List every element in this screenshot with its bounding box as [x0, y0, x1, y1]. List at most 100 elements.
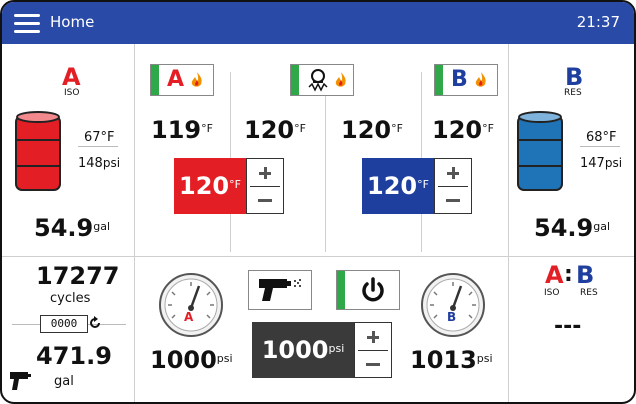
temp-reading-b: 120°F: [432, 116, 494, 144]
setpoint-value: 1000: [261, 336, 329, 364]
pressure-stepper[interactable]: [354, 322, 392, 378]
spray-gun-icon: [10, 372, 31, 390]
res-tag: RES: [564, 88, 582, 98]
total-gallons: 471.9: [36, 342, 112, 370]
a-pressure-reading: 1000psi: [150, 346, 233, 374]
temp-unit: °F: [294, 122, 306, 135]
heater-a-letter: A: [167, 67, 185, 92]
menu-icon[interactable]: [14, 14, 40, 33]
cycle-count: 17277: [36, 262, 120, 290]
res-letter: B: [565, 63, 584, 91]
temp-value: 120: [244, 116, 295, 144]
ratio-b-tag: RES: [580, 288, 598, 298]
divider: [78, 146, 118, 147]
a-gauge-label: A: [184, 310, 194, 324]
spray-gun-icon: [259, 279, 301, 301]
plus-icon: [447, 167, 459, 179]
increase-button[interactable]: [355, 325, 391, 349]
iso-pressure-unit: psi: [102, 156, 121, 170]
pressure-value: 1013: [410, 346, 477, 374]
temp-value: 120: [432, 116, 483, 144]
app-frame: Home 21:37 A ISO 67°F 148psi 54.9gal B R…: [0, 0, 636, 404]
ratio-value: ---: [554, 314, 582, 339]
setpoint-unit: psi: [328, 341, 345, 355]
status-indicator: [337, 271, 345, 309]
decrease-button[interactable]: [435, 188, 471, 212]
setpoint-unit: °F: [229, 177, 241, 191]
b-temp-setpoint[interactable]: 120 °F: [362, 158, 434, 214]
ratio-b-letter: B: [576, 261, 595, 289]
iso-volume: 54.9gal: [34, 214, 110, 242]
setpoint-value: 120: [179, 172, 230, 200]
ratio-a-letter: A: [545, 261, 564, 289]
iso-volume-value: 54.9: [34, 214, 94, 242]
clock: 21:37: [576, 13, 620, 31]
pressure-unit: psi: [216, 352, 233, 365]
temp-value: 120: [341, 116, 392, 144]
temp-reading-a: 119°F: [151, 116, 213, 144]
hose-heat-button[interactable]: [290, 64, 354, 96]
ratio-a-tag: ISO: [544, 288, 560, 298]
temp-unit: °F: [201, 122, 213, 135]
pressure-setpoint[interactable]: 1000 psi: [252, 322, 354, 378]
temp-unit: °F: [391, 122, 403, 135]
minus-icon: [366, 362, 380, 366]
a-temp-stepper[interactable]: [246, 158, 284, 214]
plus-icon: [367, 331, 379, 343]
iso-drum-icon: [15, 111, 61, 191]
heater-b-letter: B: [451, 67, 468, 92]
cycles-label: cycles: [50, 291, 91, 306]
ratio-colon: :: [564, 262, 573, 287]
status-indicator: [291, 65, 299, 95]
res-volume-unit: gal: [593, 220, 610, 233]
res-volume-value: 54.9: [534, 214, 594, 242]
res-temp: 68°F: [586, 130, 617, 145]
divider: [325, 72, 326, 252]
increase-button[interactable]: [247, 161, 283, 185]
b-gauge-label: B: [447, 310, 457, 324]
iso-pressure: 148psi: [78, 156, 120, 171]
power-button[interactable]: [336, 270, 400, 310]
decrease-button[interactable]: [247, 188, 283, 212]
status-indicator: [435, 65, 443, 95]
res-pressure-value: 147: [580, 156, 605, 171]
heater-b-button[interactable]: B: [434, 64, 498, 96]
b-pressure-gauge: [421, 273, 485, 337]
iso-letter: A: [62, 63, 81, 91]
a-pressure-gauge: [159, 273, 223, 337]
power-icon: [362, 277, 384, 302]
spray-gun-button[interactable]: [248, 270, 312, 310]
reset-icon[interactable]: [88, 316, 102, 330]
b-temp-stepper[interactable]: [434, 158, 472, 214]
divider: [134, 44, 135, 402]
heater-a-button[interactable]: A: [150, 64, 214, 96]
increase-button[interactable]: [435, 161, 471, 185]
temp-reading-hose-b: 120°F: [341, 116, 403, 144]
a-temp-setpoint[interactable]: 120 °F: [174, 158, 246, 214]
divider: [2, 256, 634, 257]
status-indicator: [151, 65, 159, 95]
header-bar: Home 21:37: [2, 2, 634, 44]
flame-icon: [335, 72, 346, 87]
iso-temp: 67°F: [84, 130, 115, 145]
total-unit: gal: [54, 374, 74, 389]
setpoint-unit: °F: [417, 177, 429, 191]
setpoint-value: 120: [367, 172, 418, 200]
res-volume: 54.9gal: [534, 214, 610, 242]
temp-reading-hose-a: 120°F: [244, 116, 306, 144]
temp-unit: °F: [482, 122, 494, 135]
hose-heat-icon: [308, 69, 328, 92]
divider: [580, 146, 620, 147]
divider: [508, 44, 509, 402]
flame-icon: [191, 72, 202, 87]
counter-reset-display[interactable]: 0000: [40, 315, 88, 333]
decrease-button[interactable]: [355, 352, 391, 376]
divider: [358, 350, 388, 351]
iso-pressure-value: 148: [78, 156, 103, 171]
res-pressure-unit: psi: [604, 156, 623, 170]
minus-icon: [446, 198, 460, 202]
minus-icon: [258, 198, 272, 202]
divider: [438, 186, 468, 187]
res-pressure: 147psi: [580, 156, 622, 171]
flame-icon: [475, 72, 486, 87]
